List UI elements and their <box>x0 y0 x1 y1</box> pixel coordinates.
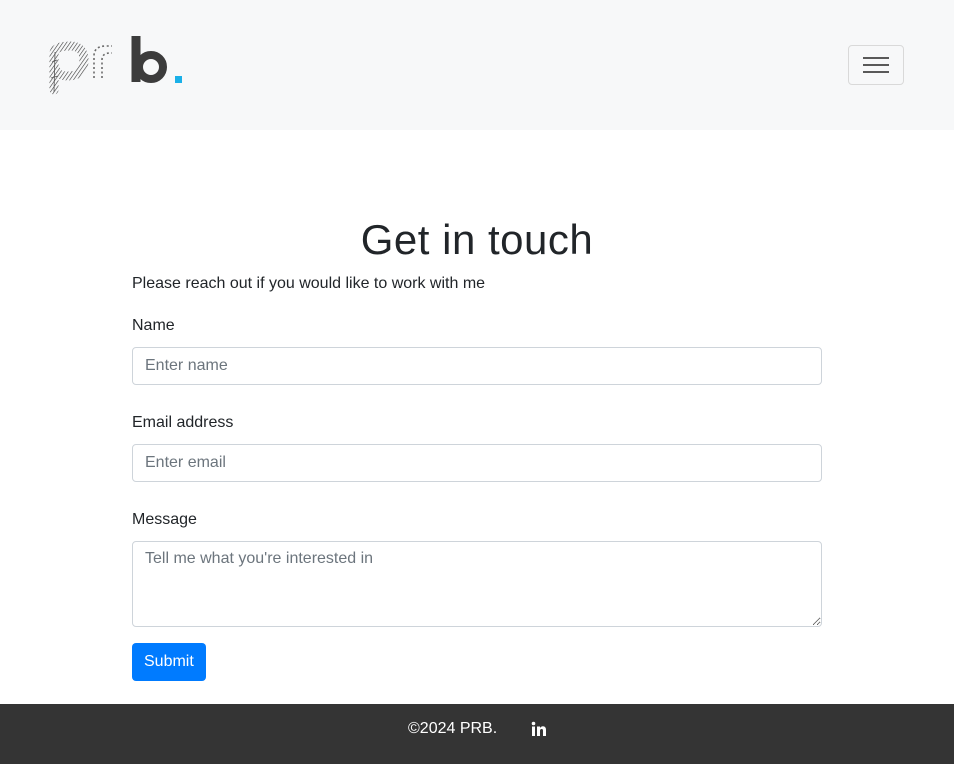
email-label: Email address <box>132 414 234 431</box>
footer: ©2024 PRB. <box>0 704 954 764</box>
message-label: Message <box>132 511 197 528</box>
page-title: Get in touch <box>360 216 594 263</box>
name-label: Name <box>132 317 175 334</box>
brand-logo[interactable] <box>48 32 188 98</box>
navbar <box>0 0 954 130</box>
hamburger-menu-icon <box>863 57 889 73</box>
page-subtitle: Please reach out if you would like to wo… <box>132 275 486 292</box>
message-textarea[interactable] <box>132 541 822 627</box>
navbar-toggle-button[interactable] <box>848 45 904 85</box>
email-input[interactable] <box>132 444 822 482</box>
linkedin-icon <box>531 721 546 736</box>
name-input[interactable] <box>132 347 822 385</box>
submit-button[interactable]: Submit <box>132 643 206 681</box>
prb-logo-icon <box>49 36 182 95</box>
linkedin-link[interactable] <box>531 721 547 737</box>
contact-section: Get in touch Please reach out if you wou… <box>132 212 822 681</box>
contact-form: Name Email address Message Submit <box>132 316 822 681</box>
footer-copyright: ©2024 PRB. <box>408 720 498 737</box>
